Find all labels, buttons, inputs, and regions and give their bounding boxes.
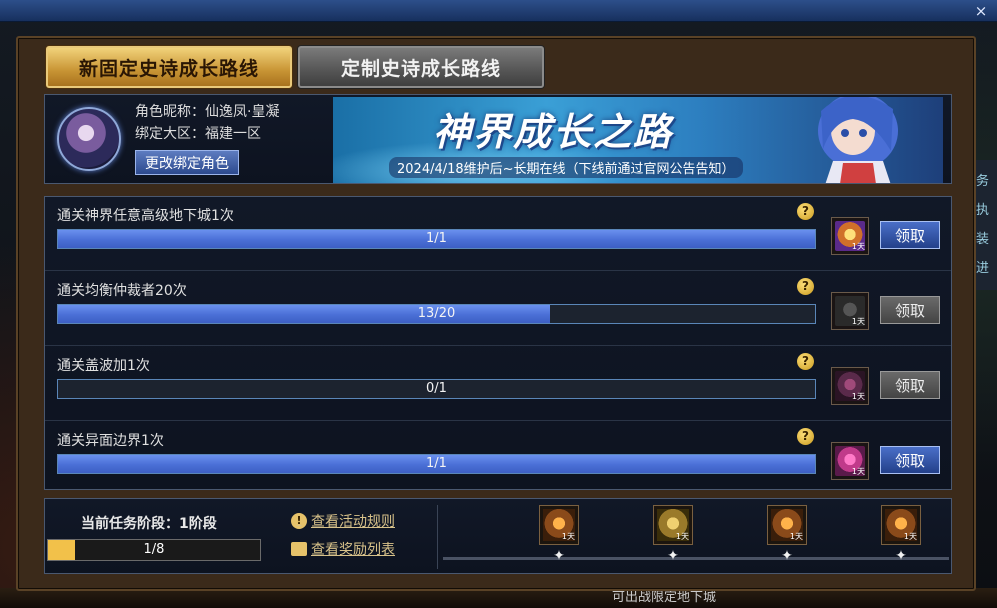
- help-icon[interactable]: ?: [797, 428, 814, 445]
- claim-button[interactable]: 领取: [880, 221, 940, 249]
- task-label: 通关均衡仲裁者20次: [57, 283, 187, 299]
- progress-text: 13/20: [417, 306, 456, 321]
- gift-icon: [291, 542, 307, 556]
- banner-title: 神界成长之路: [433, 110, 674, 154]
- side-text: 务: [976, 174, 990, 189]
- nickname-text: 角色昵称：仙逸凤·皇凝: [135, 104, 280, 120]
- current-stage-label: 当前任务阶段：1阶段: [81, 516, 217, 532]
- task-label: 通关盖波加1次: [57, 358, 150, 374]
- stage-panel: 当前任务阶段：1阶段 1/8 ! 查看活动规则 查看奖励列表 1天 1天 1天: [44, 498, 952, 574]
- claim-button[interactable]: 领取: [880, 446, 940, 474]
- view-rules-text: 查看活动规则: [311, 514, 395, 530]
- help-icon[interactable]: ?: [797, 203, 814, 220]
- claim-button[interactable]: 领取: [880, 371, 940, 399]
- stage-progress-text: 1/8: [143, 542, 165, 557]
- task-progress-bar: 0/1: [57, 379, 816, 399]
- reward-item-icon[interactable]: 1天: [831, 217, 869, 255]
- close-icon[interactable]: ×: [973, 3, 989, 19]
- reward-duration-tag: 1天: [851, 392, 865, 401]
- side-text: 执: [976, 203, 990, 218]
- task-label: 通关神界任意高级地下城1次: [57, 208, 234, 224]
- route-tabs: 新固定史诗成长路线 定制史诗成长路线: [46, 46, 544, 90]
- stage-marker-star-icon: ✦: [667, 548, 679, 564]
- task-row: 通关均衡仲裁者20次 ? 13/20 1天 领取: [45, 272, 951, 346]
- help-icon[interactable]: ?: [797, 278, 814, 295]
- server-text: 绑定大区：福建一区: [135, 126, 261, 142]
- help-icon[interactable]: ?: [797, 353, 814, 370]
- banner-character-image: [818, 97, 898, 183]
- info-icon: !: [291, 513, 307, 529]
- task-list: 通关神界任意高级地下城1次 ? 1/1 1天 领取 通关均衡仲裁者20次 ? 1…: [44, 196, 952, 490]
- progress-text: 1/1: [426, 231, 447, 246]
- character-info: 角色昵称：仙逸凤·皇凝 绑定大区：福建一区: [135, 101, 279, 145]
- divider: [437, 505, 438, 569]
- tab-custom-route[interactable]: 定制史诗成长路线: [298, 46, 544, 88]
- progress-text: 0/1: [426, 381, 447, 396]
- reward-duration-tag: 1天: [903, 532, 917, 541]
- stage-reward-icon[interactable]: 1天: [881, 505, 921, 545]
- stage-reward-icon[interactable]: 1天: [767, 505, 807, 545]
- reward-duration-tag: 1天: [789, 532, 803, 541]
- stage-marker-star-icon: ✦: [553, 548, 565, 564]
- side-text: 装: [976, 232, 990, 247]
- reward-duration-tag: 1天: [851, 242, 865, 251]
- view-rules-link[interactable]: ! 查看活动规则: [291, 511, 395, 531]
- task-row: 通关异面边界1次 ? 1/1 1天 领取: [45, 422, 951, 496]
- reward-item-icon[interactable]: 1天: [831, 292, 869, 330]
- progress-text: 1/1: [426, 456, 447, 471]
- stage-reward-icon[interactable]: 1天: [539, 505, 579, 545]
- reward-item-icon[interactable]: 1天: [831, 442, 869, 480]
- task-progress-bar: 13/20: [57, 304, 816, 324]
- change-bound-character-button[interactable]: 更改绑定角色: [135, 150, 239, 175]
- reward-duration-tag: 1天: [851, 467, 865, 476]
- view-rewards-text: 查看奖励列表: [311, 542, 395, 558]
- claim-button[interactable]: 领取: [880, 296, 940, 324]
- epic-growth-window: 新固定史诗成长路线 定制史诗成长路线 角色昵称：仙逸凤·皇凝 绑定大区：福建一区…: [16, 36, 976, 591]
- reward-duration-tag: 1天: [675, 532, 689, 541]
- stage-track: [443, 557, 949, 560]
- reward-duration-tag: 1天: [561, 532, 575, 541]
- avatar: [57, 107, 121, 171]
- window-title-bar: ×: [0, 0, 997, 22]
- reward-item-icon[interactable]: 1天: [831, 367, 869, 405]
- tab-new-fixed-route[interactable]: 新固定史诗成长路线: [46, 46, 292, 88]
- stage-reward-icon[interactable]: 1天: [653, 505, 693, 545]
- stage-marker-star-icon: ✦: [895, 548, 907, 564]
- banner-subtitle: 2024/4/18维护后~长期在线（下线前通过官网公告告知）: [389, 157, 743, 178]
- side-text: 进: [976, 261, 990, 276]
- task-progress-bar: 1/1: [57, 454, 816, 474]
- task-row: 通关盖波加1次 ? 0/1 1天 领取: [45, 347, 951, 421]
- task-row: 通关神界任意高级地下城1次 ? 1/1 1天 领取: [45, 197, 951, 271]
- bottom-strip: 可出战限定地下城: [0, 588, 997, 608]
- event-banner: 神界成长之路 2024/4/18维护后~长期在线（下线前通过官网公告告知）: [333, 97, 943, 183]
- view-rewards-link[interactable]: 查看奖励列表: [291, 539, 395, 559]
- stage-progress-bar: 1/8: [47, 539, 261, 561]
- task-label: 通关异面边界1次: [57, 433, 164, 449]
- reward-duration-tag: 1天: [851, 317, 865, 326]
- task-progress-bar: 1/1: [57, 229, 816, 249]
- stage-marker-star-icon: ✦: [781, 548, 793, 564]
- profile-panel: 角色昵称：仙逸凤·皇凝 绑定大区：福建一区 更改绑定角色 神界成长之路 2024…: [44, 94, 952, 184]
